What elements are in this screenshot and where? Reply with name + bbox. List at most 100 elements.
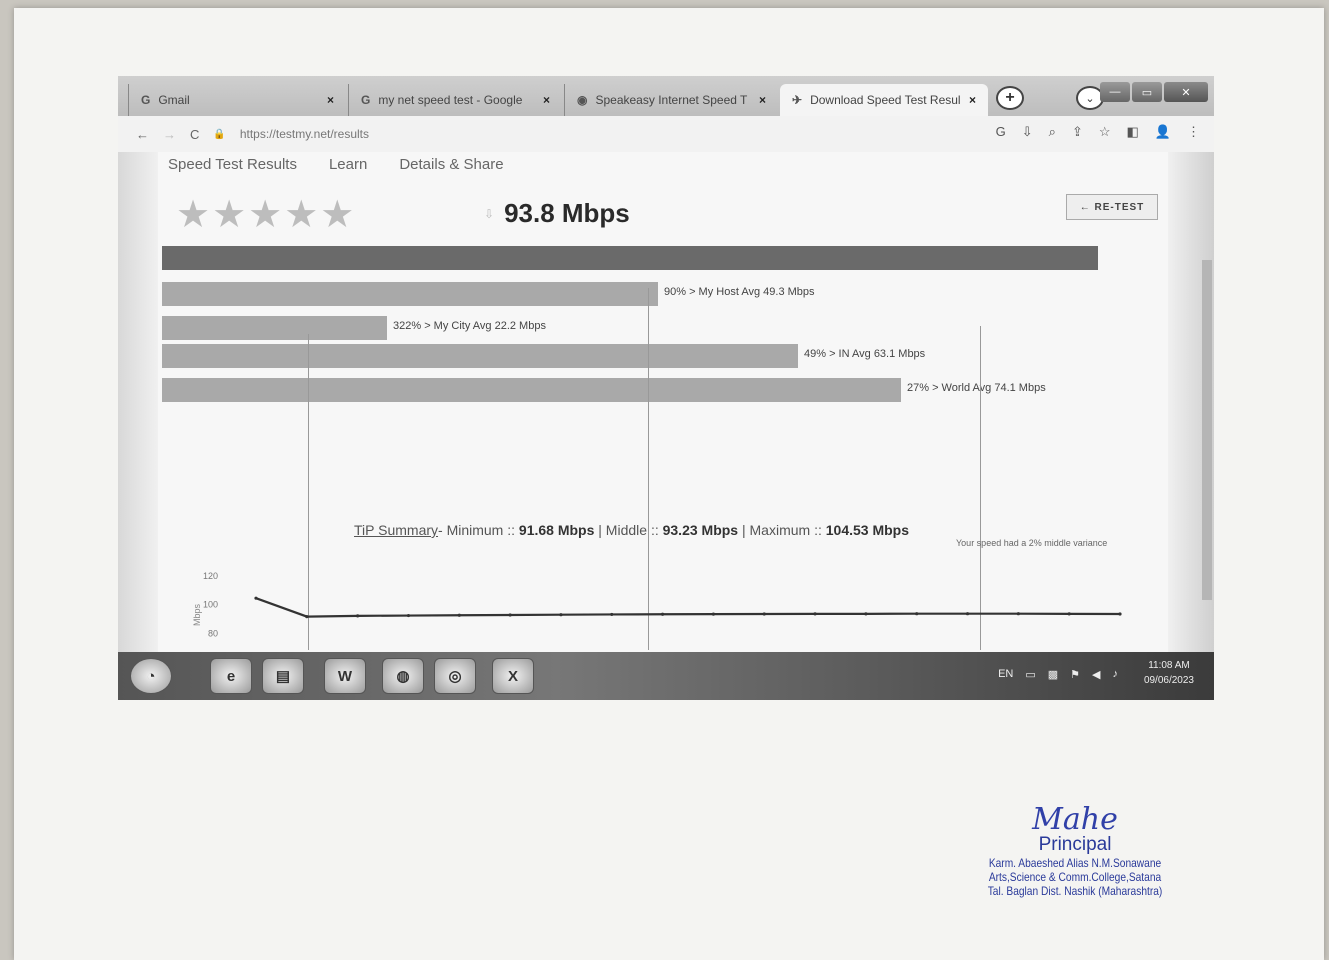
language-indicator[interactable]: EN	[998, 668, 1013, 681]
testmy-icon: ✈	[792, 93, 803, 107]
speed-point	[660, 612, 665, 616]
tab-gmail[interactable]: G Gmail ×	[128, 84, 346, 116]
tab-bar: G Gmail × G my net speed test - Google ×…	[118, 76, 1214, 116]
word-icon[interactable]: W	[324, 658, 366, 694]
side-panel-icon[interactable]: ◧	[1127, 124, 1139, 140]
speed-series-line	[255, 597, 1121, 618]
tip-summary-link[interactable]: TiP Summary	[354, 522, 438, 538]
zoom-icon[interactable]: ⌕	[1049, 124, 1056, 140]
speed-point	[864, 612, 868, 616]
stamp-line: Tal. Baglan Dist. Nashik (Maharashtra)	[987, 884, 1163, 898]
download-icon: ⇩	[484, 206, 495, 221]
maximize-button[interactable]: ▭	[1132, 82, 1162, 102]
speed-point	[457, 613, 461, 617]
tray-arrow-icon[interactable]: ◀	[1092, 668, 1100, 681]
summary-max-label: | Maximum ::	[738, 522, 826, 538]
tab-label: Speakeasy Internet Speed T	[595, 93, 748, 107]
internet-explorer-icon[interactable]: e	[210, 658, 252, 694]
scrollbar-thumb[interactable]	[1202, 260, 1212, 600]
speed-point	[762, 612, 766, 616]
network-icon[interactable]: ▭	[1025, 668, 1035, 681]
results-nav: Speed Test Results Learn Details & Share	[168, 156, 504, 173]
principal-stamp: Mahe Principal Karm. Abaeshed Alias N.M.…	[960, 800, 1190, 898]
comparison-label: 49% > IN Avg 63.1 Mbps	[804, 348, 926, 360]
speed-line-chart: 1201008060Mbps	[192, 571, 1122, 666]
profile-icon[interactable]: 👤	[1155, 124, 1171, 140]
speed-point	[610, 612, 614, 617]
browser-toolbar: G ⇩ ⌕ ⇪ ☆ ◧ 👤 ⋮	[996, 124, 1200, 140]
start-button[interactable]: ◔	[130, 658, 172, 694]
clock-time: 11:08 AM	[1148, 660, 1190, 671]
tip-summary: TiP Summary- Minimum :: 91.68 Mbps | Mid…	[354, 522, 909, 538]
speed-point	[813, 612, 817, 616]
close-window-button[interactable]: ✕	[1164, 82, 1208, 102]
screen-icon[interactable]: ▩	[1048, 668, 1058, 681]
volume-icon[interactable]: ♪	[1113, 668, 1119, 681]
close-icon[interactable]: ×	[969, 93, 976, 107]
speed-point	[1067, 612, 1071, 616]
speed-point	[559, 613, 563, 617]
summary-min: 91.68 Mbps	[518, 522, 595, 538]
stamp-line: Karm. Abaeshed Alias N.M.Sonawane	[988, 856, 1162, 870]
bookmark-star-icon[interactable]: ☆	[1099, 124, 1111, 140]
speed-point	[965, 612, 970, 616]
nav-details-share[interactable]: Details & Share	[399, 156, 503, 173]
url-field[interactable]: https://testmy.net/results	[240, 127, 369, 141]
comparison-bar	[162, 316, 387, 340]
summary-min-label: - Minimum ::	[438, 522, 519, 538]
stamp-title: Principal	[1038, 834, 1112, 855]
speed-point	[915, 612, 919, 616]
forward-icon[interactable]: →	[163, 127, 176, 142]
nav-speed-test-results[interactable]: Speed Test Results	[168, 156, 297, 173]
speed-result: ⇩ 93.8 Mbps	[484, 198, 630, 229]
minimize-button[interactable]: —	[1100, 82, 1130, 102]
clock-date: 09/06/2023	[1143, 675, 1194, 686]
tab-google-search[interactable]: G my net speed test - Google ×	[348, 84, 562, 116]
share-icon[interactable]: ⇪	[1072, 124, 1083, 140]
excel-icon[interactable]: X	[492, 658, 534, 694]
summary-mid: 93.23 Mbps	[662, 522, 739, 538]
tab-testmy-results[interactable]: ✈ Download Speed Test Resul ×	[780, 84, 988, 116]
new-tab-button[interactable]: +	[996, 86, 1024, 110]
google-icon: G	[141, 93, 151, 107]
close-icon[interactable]: ×	[759, 93, 766, 107]
comparison-bar	[162, 344, 798, 368]
speed-point	[1016, 612, 1020, 616]
action-center-icon[interactable]: ⚑	[1070, 668, 1080, 681]
comparison-label: 27% > World Avg 74.1 Mbps	[907, 382, 1046, 394]
comparison-label: 322% > My City Avg 22.2 Mbps	[393, 320, 546, 332]
google-icon: G	[361, 93, 371, 107]
speed-point	[406, 613, 411, 618]
install-icon[interactable]: ⇩	[1022, 124, 1033, 140]
speed-point	[254, 596, 258, 600]
y-tick-label: 80	[208, 628, 218, 638]
system-clock[interactable]: 11:08 AM 09/06/2023	[1144, 658, 1194, 688]
speed-point	[1118, 612, 1122, 616]
variance-note: Your speed had a 2% middle variance	[956, 538, 1108, 548]
speakeasy-icon: ◉	[577, 93, 588, 107]
summary-mid-label: | Middle ::	[594, 522, 663, 538]
tab-label: Gmail	[158, 93, 190, 107]
google-lens-icon[interactable]: G	[996, 124, 1006, 140]
system-tray: EN ▭ ▩ ⚑ ◀ ♪	[998, 668, 1118, 681]
nav-learn[interactable]: Learn	[329, 156, 367, 173]
comparison-bar	[162, 282, 658, 306]
tab-speakeasy[interactable]: ◉ Speakeasy Internet Speed T ×	[564, 84, 778, 116]
menu-icon[interactable]: ⋮	[1187, 124, 1200, 140]
firefox-icon[interactable]: ◍	[382, 658, 424, 694]
retest-button[interactable]: ← RE-TEST	[1066, 194, 1158, 220]
close-icon[interactable]: ×	[543, 93, 550, 107]
speed-point	[711, 612, 716, 616]
chrome-icon[interactable]: ◎	[434, 658, 476, 694]
close-icon[interactable]: ×	[327, 93, 334, 107]
y-axis-label: Mbps	[192, 603, 202, 626]
speed-point	[508, 613, 512, 617]
speed-value: 93.8 Mbps	[504, 198, 630, 228]
file-explorer-icon[interactable]: ▤	[262, 658, 304, 694]
speed-point	[305, 614, 309, 619]
lock-icon: 🔒	[213, 128, 226, 140]
y-tick-label: 120	[203, 571, 218, 581]
back-icon[interactable]: ←	[136, 127, 149, 142]
windows-taskbar: ◔ e ▤ W ◍ ◎ X EN ▭ ▩ ⚑ ◀ ♪ 11:08 AM 09/0…	[118, 652, 1214, 700]
reload-icon[interactable]: C	[190, 127, 199, 142]
